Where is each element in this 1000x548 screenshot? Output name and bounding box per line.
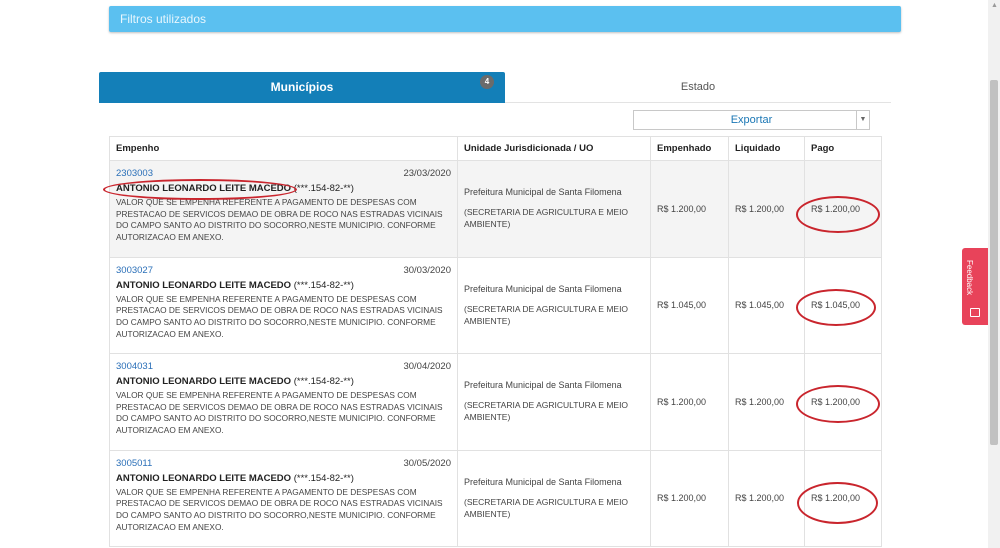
empenhado-value: R$ 1.045,00 — [650, 256, 729, 354]
empenho-number-link[interactable]: 2303003 — [116, 168, 153, 179]
unidade-name: Prefeitura Municipal de Santa Filomena — [464, 283, 622, 294]
col-header-unidade[interactable]: Unidade Jurisdicionada / UO — [457, 136, 651, 161]
creditor-name-text: ANTONIO LEONARDO LEITE MACEDO — [116, 279, 292, 291]
scrollbar-thumb[interactable] — [990, 80, 998, 445]
creditor-doc: (***.154-82-**) — [293, 376, 354, 387]
unidade-cell: Prefeitura Municipal de Santa Filomena (… — [457, 449, 651, 547]
empenho-cell: 3003027 30/03/2020 ANTONIO LEONARDO LEIT… — [109, 256, 458, 354]
unidade-name: Prefeitura Municipal de Santa Filomena — [464, 187, 622, 198]
liquidado-value: R$ 1.200,00 — [728, 160, 805, 258]
col-header-pago[interactable]: Pago — [804, 136, 882, 161]
creditor-name-text: ANTONIO LEONARDO LEITE MACEDO — [116, 472, 292, 484]
chevron-down-icon[interactable]: ▼ — [856, 111, 869, 129]
col-header-liquidado[interactable]: Liquidado — [728, 136, 805, 161]
feedback-label: Feedback — [965, 260, 974, 296]
empenho-date: 30/03/2020 — [403, 264, 451, 276]
tab-estado[interactable]: Estado — [505, 72, 891, 103]
empenho-cell: 3004031 30/04/2020 ANTONIO LEONARDO LEIT… — [109, 353, 458, 451]
table-row: 3004031 30/04/2020 ANTONIO LEONARDO LEIT… — [109, 353, 882, 451]
annotation-ellipse-pago — [796, 196, 880, 233]
empenho-cell: 3005011 30/05/2020 ANTONIO LEONARDO LEIT… — [109, 449, 458, 547]
tab-estado-label: Estado — [680, 81, 716, 93]
empenho-number-link[interactable]: 3004031 — [116, 361, 153, 372]
empenhado-value: R$ 1.200,00 — [650, 160, 729, 258]
empenho-date: 30/05/2020 — [403, 457, 451, 469]
empenho-description: VALOR QUE SE EMPENHA REFERENTE A PAGAMEN… — [116, 486, 443, 532]
liquidado-value: R$ 1.200,00 — [728, 449, 805, 547]
export-dropdown[interactable]: Exportar ▼ — [633, 110, 870, 130]
unidade-cell: Prefeitura Municipal de Santa Filomena (… — [457, 256, 651, 354]
col-header-empenho[interactable]: Empenho — [109, 136, 458, 161]
annotation-ellipse-name — [103, 179, 297, 200]
col-header-empenhado[interactable]: Empenhado — [650, 136, 729, 161]
table-row: 2303003 23/03/2020 ANTONIO LEONARDO LEIT… — [109, 160, 882, 258]
unidade-cell: Prefeitura Municipal de Santa Filomena (… — [457, 353, 651, 451]
export-label: Exportar — [730, 114, 773, 126]
annotation-ellipse-pago — [796, 289, 876, 326]
feedback-tab[interactable]: Feedback — [962, 248, 988, 325]
tab-municipios[interactable]: Municípios 4 — [99, 72, 505, 103]
creditor-name: ANTONIO LEONARDO LEITE MACEDO (***.154-8… — [116, 376, 451, 387]
filters-bar[interactable]: Filtros utilizados — [109, 6, 901, 32]
unidade-name: Prefeitura Municipal de Santa Filomena — [464, 380, 622, 391]
table-row: 3003027 30/03/2020 ANTONIO LEONARDO LEIT… — [109, 256, 882, 354]
annotation-ellipse-pago — [796, 385, 880, 423]
empenho-number-link[interactable]: 3005011 — [116, 458, 152, 469]
empenho-description: VALOR QUE SE EMPENHA REFERENTE A PAGAMEN… — [116, 293, 443, 339]
creditor-doc: (***.154-82-**) — [293, 472, 354, 484]
tab-bar: Municípios 4 Estado — [99, 72, 891, 103]
empenho-number-link[interactable]: 3003027 — [116, 265, 153, 276]
unidade-orcamentaria: (SECRETARIA DE AGRICULTURA E MEIO AMBIEN… — [464, 496, 629, 519]
empenhado-value: R$ 1.200,00 — [650, 353, 729, 451]
unidade-name: Prefeitura Municipal de Santa Filomena — [464, 476, 622, 487]
annotation-ellipse-pago — [797, 482, 878, 524]
unidade-orcamentaria: (SECRETARIA DE AGRICULTURA E MEIO AMBIEN… — [464, 303, 629, 326]
empenho-date: 30/04/2020 — [403, 361, 451, 372]
filters-label: Filtros utilizados — [120, 12, 207, 26]
creditor-doc: (***.154-82-**) — [293, 183, 354, 194]
creditor-name: ANTONIO LEONARDO LEITE MACEDO (***.154-8… — [116, 280, 451, 291]
creditor-doc: (***.154-82-**) — [293, 279, 354, 291]
empenhado-value: R$ 1.200,00 — [650, 449, 729, 547]
empenho-date: 23/03/2020 — [403, 168, 451, 179]
vertical-scrollbar[interactable]: ▲ — [988, 0, 1000, 548]
empenho-cell: 2303003 23/03/2020 ANTONIO LEONARDO LEIT… — [109, 160, 458, 258]
creditor-name-text: ANTONIO LEONARDO LEITE MACEDO — [116, 376, 292, 387]
unidade-orcamentaria: (SECRETARIA DE AGRICULTURA E MEIO AMBIEN… — [464, 207, 629, 230]
empenho-description: VALOR QUE SE EMPENHA REFERENTE A PAGAMEN… — [116, 197, 443, 243]
unidade-orcamentaria: (SECRETARIA DE AGRICULTURA E MEIO AMBIEN… — [464, 400, 629, 423]
liquidado-value: R$ 1.045,00 — [728, 256, 805, 354]
scroll-up-icon[interactable]: ▲ — [991, 2, 998, 9]
table-header-row: Empenho Unidade Jurisdicionada / UO Empe… — [109, 136, 882, 161]
feedback-icon — [970, 308, 980, 317]
tab-municipios-label: Municípios — [270, 80, 334, 94]
count-badge: 4 — [480, 75, 494, 89]
creditor-name: ANTONIO LEONARDO LEITE MACEDO (***.154-8… — [116, 473, 451, 484]
table-row: 3005011 30/05/2020 ANTONIO LEONARDO LEIT… — [109, 449, 882, 547]
unidade-cell: Prefeitura Municipal de Santa Filomena (… — [457, 160, 651, 258]
empenho-description: VALOR QUE SE EMPENHA REFERENTE A PAGAMEN… — [116, 390, 443, 436]
liquidado-value: R$ 1.200,00 — [728, 353, 805, 451]
